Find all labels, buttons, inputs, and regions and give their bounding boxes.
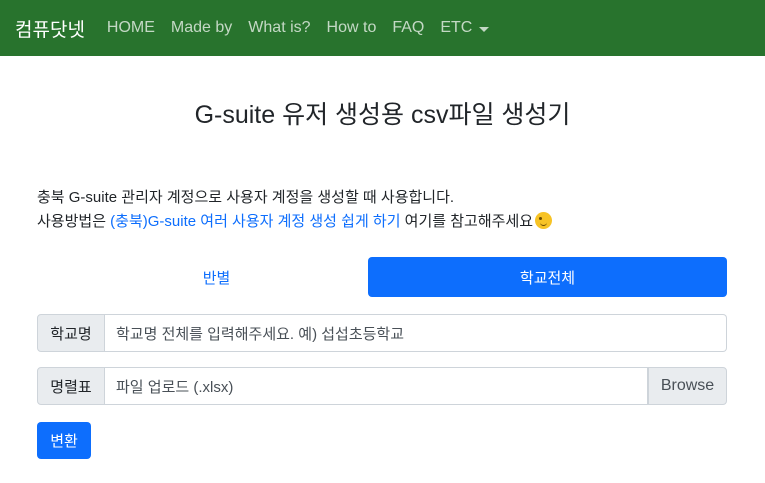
convert-button[interactable]: 변환 xyxy=(37,422,91,459)
nav-item-home[interactable]: HOME xyxy=(107,19,155,37)
description-prefix: 사용방법은 xyxy=(37,213,111,230)
file-upload-input[interactable]: 파일 업로드 (.xlsx) xyxy=(105,367,648,405)
nav-item-faq[interactable]: FAQ xyxy=(392,19,424,37)
school-name-label: 학교명 xyxy=(37,314,105,352)
page-title: G-suite 유저 생성용 csv파일 생성기 xyxy=(194,101,571,129)
school-name-input[interactable]: 학교명 전체를 입력해주세요. 예) 섭섭초등학교 xyxy=(105,314,727,352)
nav-item-what-is[interactable]: What is? xyxy=(248,19,310,37)
navbar: 컴퓨닷넷 HOME Made by What is? How to FAQ ET… xyxy=(0,0,765,56)
description: 충북 G-suite 관리자 계정으로 사용자 계정을 생성할 때 사용합니다.… xyxy=(37,186,553,234)
nav-item-etc-dropdown[interactable]: ETC xyxy=(440,19,490,37)
description-line-2: 사용방법은 (충북)G-suite 여러 사용자 계정 생성 쉽게 하기 여기를… xyxy=(37,210,553,234)
navbar-brand[interactable]: 컴퓨닷넷 xyxy=(15,15,85,42)
nav-item-how-to[interactable]: How to xyxy=(327,19,377,37)
guide-link[interactable]: (충북)G-suite 여러 사용자 계정 생성 쉽게 하기 xyxy=(110,213,400,230)
school-name-group: 학교명 학교명 전체를 입력해주세요. 예) 섭섭초등학교 xyxy=(37,314,727,352)
description-suffix: 여기를 참고해주세요 xyxy=(400,213,534,230)
roster-file-group: 명렬표 파일 업로드 (.xlsx) Browse xyxy=(37,367,727,405)
wink-emoji-icon xyxy=(535,212,553,229)
tab-whole-school[interactable]: 학교전체 xyxy=(368,257,727,297)
nav-item-etc-label: ETC xyxy=(440,19,473,36)
browse-button[interactable]: Browse xyxy=(648,367,727,405)
caret-down-icon xyxy=(479,26,490,32)
nav-item-made-by[interactable]: Made by xyxy=(171,19,232,37)
tab-class[interactable]: 반별 xyxy=(37,257,396,297)
description-line-1: 충북 G-suite 관리자 계정으로 사용자 계정을 생성할 때 사용합니다. xyxy=(37,189,455,206)
roster-label: 명렬표 xyxy=(37,367,105,405)
